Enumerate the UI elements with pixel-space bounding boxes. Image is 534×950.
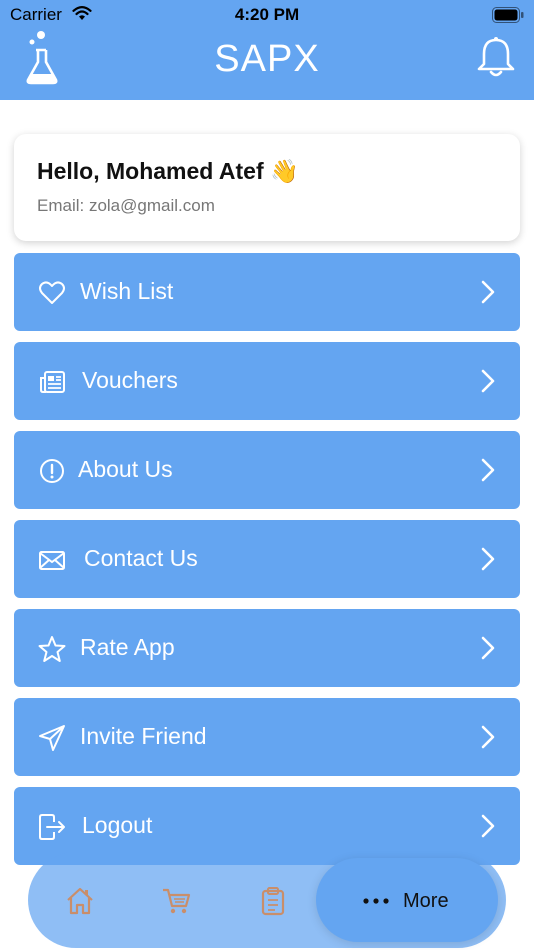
menu-label: About Us xyxy=(78,456,173,482)
menu-label: Rate App xyxy=(80,634,175,660)
battery-icon xyxy=(492,7,524,23)
more-tab-button[interactable]: More xyxy=(316,858,498,942)
home-icon[interactable] xyxy=(65,886,95,916)
status-bar: Carrier 4:20 PM xyxy=(0,0,534,30)
newspaper-icon xyxy=(40,371,65,393)
menu-label: Vouchers xyxy=(82,367,178,393)
logout-icon xyxy=(39,814,65,840)
menu-label: Wish List xyxy=(80,278,174,304)
app-title: SAPX xyxy=(214,38,320,80)
clipboard-icon[interactable] xyxy=(258,886,288,916)
menu-item-wish-list[interactable]: Wish List xyxy=(14,253,520,331)
app-screen: Carrier 4:20 PM SAPX Hello, Mohamed Atef… xyxy=(0,0,534,950)
chevron-right-icon xyxy=(481,280,495,304)
top-header: Carrier 4:20 PM SAPX xyxy=(0,0,534,100)
chevron-right-icon xyxy=(481,814,495,838)
envelope-icon xyxy=(39,551,65,570)
chevron-right-icon xyxy=(481,458,495,482)
more-label: More xyxy=(403,890,449,912)
menu-item-rate-app[interactable]: Rate App xyxy=(14,609,520,687)
chevron-right-icon xyxy=(481,369,495,393)
clock-time: 4:20 PM xyxy=(234,5,300,24)
send-icon xyxy=(39,725,65,751)
star-icon xyxy=(38,636,66,662)
bell-icon[interactable] xyxy=(476,36,516,78)
email-text: Email: zola@gmail.com xyxy=(37,196,215,215)
chevron-right-icon xyxy=(481,725,495,749)
chevron-right-icon xyxy=(481,547,495,571)
heart-icon xyxy=(39,281,65,304)
menu-item-about-us[interactable]: About Us xyxy=(14,431,520,509)
menu-label: Logout xyxy=(82,812,153,838)
menu-label: Contact Us xyxy=(84,545,198,571)
menu-item-vouchers[interactable]: Vouchers xyxy=(14,342,520,420)
menu-item-invite-friend[interactable]: Invite Friend xyxy=(14,698,520,776)
info-circle-icon xyxy=(40,459,64,483)
menu-item-contact-us[interactable]: Contact Us xyxy=(14,520,520,598)
cart-icon[interactable] xyxy=(161,886,191,916)
menu-label: Invite Friend xyxy=(80,723,207,749)
more-dots-icon xyxy=(363,898,389,904)
greeting-text: Hello, Mohamed Atef 👋 xyxy=(37,158,299,184)
profile-card: Hello, Mohamed Atef 👋 Email: zola@gmail.… xyxy=(14,134,520,241)
chevron-right-icon xyxy=(481,636,495,660)
